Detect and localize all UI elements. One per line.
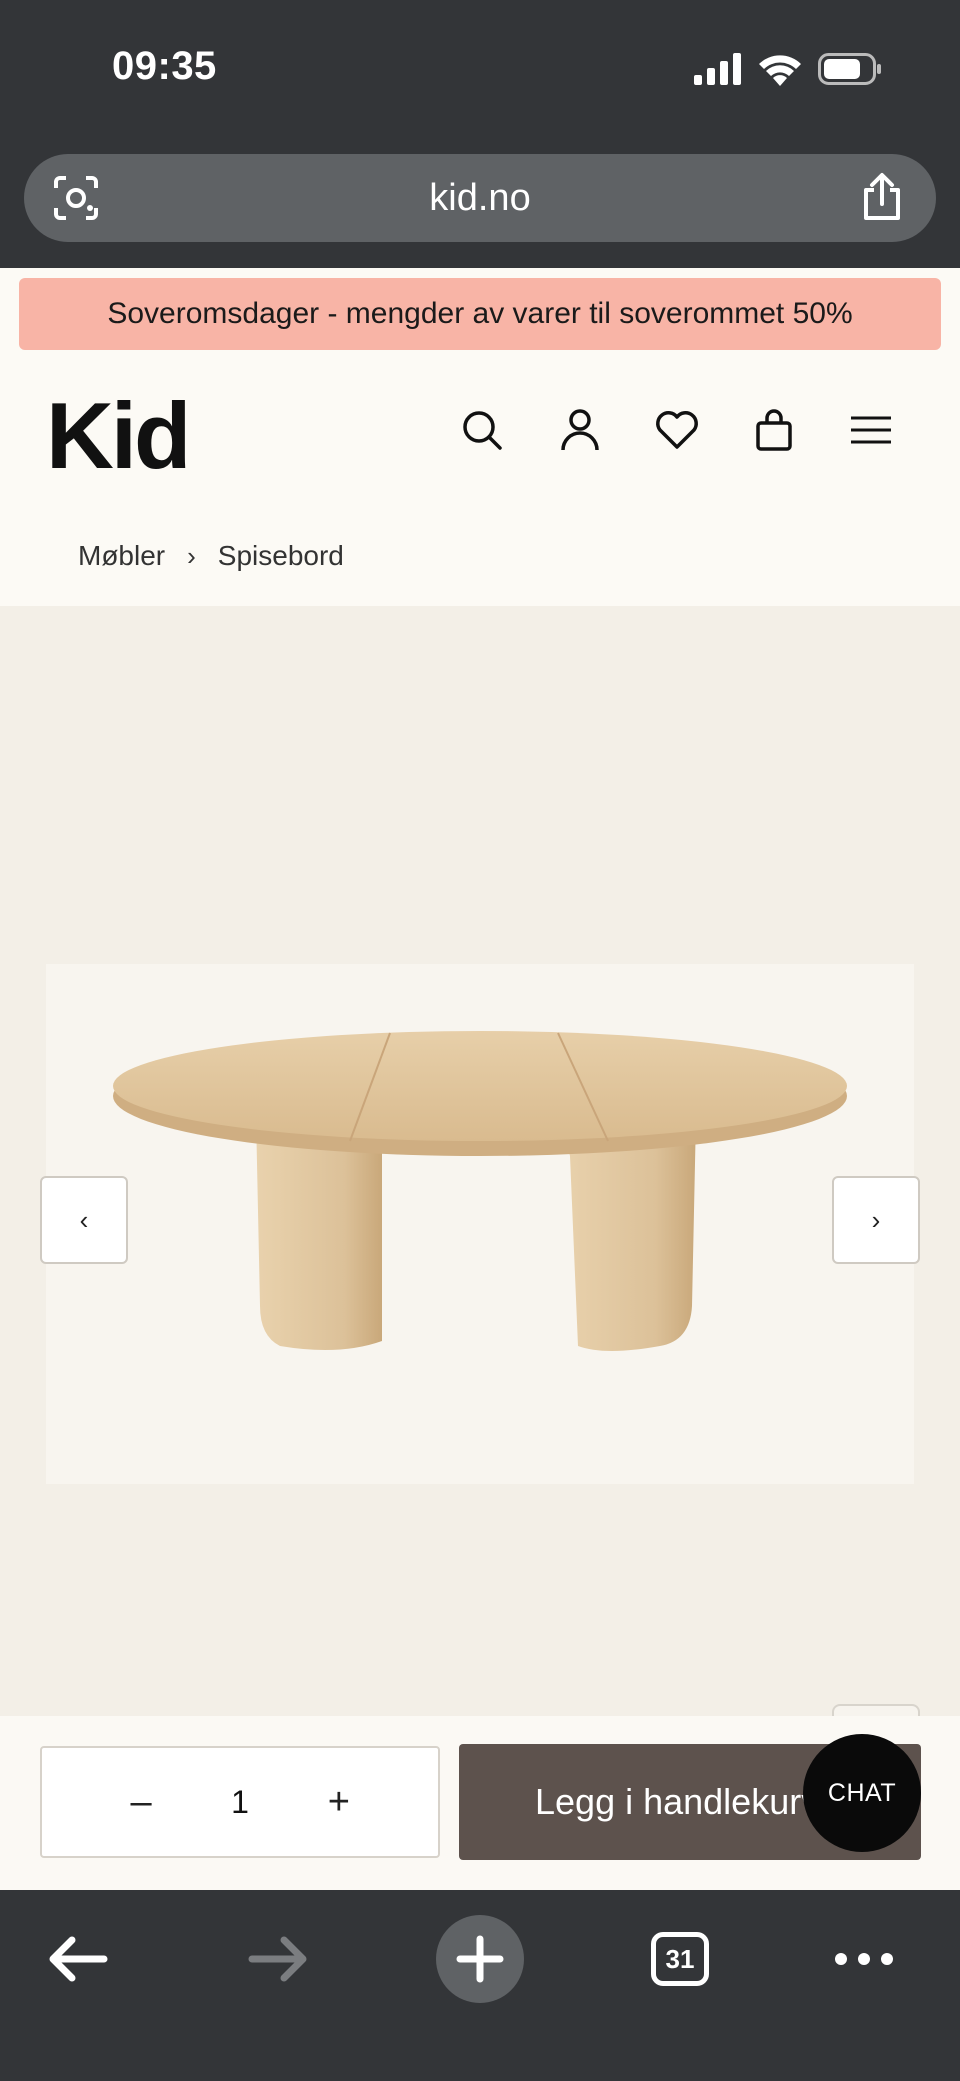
quantity-decrease-button[interactable]: – (121, 1781, 161, 1824)
site-logo[interactable]: Kid (46, 382, 191, 490)
quantity-increase-button[interactable]: + (319, 1781, 359, 1824)
breadcrumb: Møbler › Spisebord (78, 540, 344, 572)
visual-lookup-icon[interactable] (52, 174, 100, 222)
status-time: 09:35 (112, 44, 217, 88)
promo-banner[interactable]: Soveromsdager - mengder av varer til sov… (19, 278, 941, 350)
product-image-dining-table[interactable] (100, 1006, 860, 1396)
wishlist-heart-icon[interactable] (653, 406, 701, 454)
address-bar[interactable]: kid.no (24, 154, 936, 242)
site-header: Kid (0, 360, 960, 510)
url-text[interactable]: kid.no (429, 177, 530, 220)
breadcrumb-item-mobler[interactable]: Møbler (78, 540, 165, 572)
status-icons (694, 52, 882, 86)
breadcrumb-separator: › (187, 540, 196, 571)
signal-icon (694, 53, 741, 85)
shopping-bag-icon[interactable] (750, 406, 798, 454)
menu-hamburger-icon[interactable] (847, 406, 895, 454)
web-page: Soveromsdager - mengder av varer til sov… (0, 268, 960, 1890)
forward-icon[interactable] (228, 1914, 328, 2004)
wifi-icon (759, 55, 801, 86)
gallery-next-button[interactable]: › (832, 1176, 920, 1264)
product-gallery[interactable]: ‹ › (0, 606, 960, 1716)
browser-top-chrome: 09:35 kid.no (0, 0, 960, 268)
breadcrumb-item-spisebord[interactable]: Spisebord (218, 540, 344, 572)
share-icon[interactable] (858, 172, 906, 222)
account-icon[interactable] (556, 406, 604, 454)
new-tab-button[interactable] (430, 1914, 530, 2004)
chat-button[interactable]: CHAT (803, 1734, 921, 1852)
battery-icon (818, 53, 881, 85)
more-icon[interactable] (814, 1914, 914, 2004)
tabs-count-icon[interactable]: 31 (651, 1932, 709, 1986)
plus-icon[interactable] (436, 1915, 524, 2003)
quantity-stepper: – 1 + (40, 1746, 440, 1858)
browser-bottom-toolbar: 31 (0, 1890, 960, 2081)
gallery-prev-button[interactable]: ‹ (40, 1176, 128, 1264)
back-icon[interactable] (28, 1914, 128, 2004)
quantity-value[interactable]: 1 (231, 1784, 249, 1821)
search-icon[interactable] (458, 406, 506, 454)
tabs-button[interactable]: 31 (630, 1914, 730, 2004)
